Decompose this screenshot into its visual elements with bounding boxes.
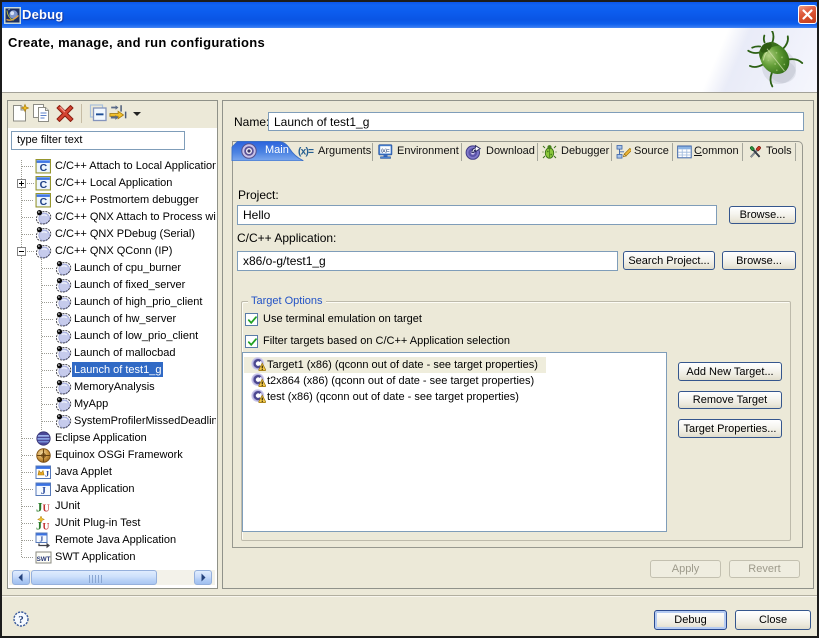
svg-text:(x)=: (x)=: [298, 147, 314, 158]
